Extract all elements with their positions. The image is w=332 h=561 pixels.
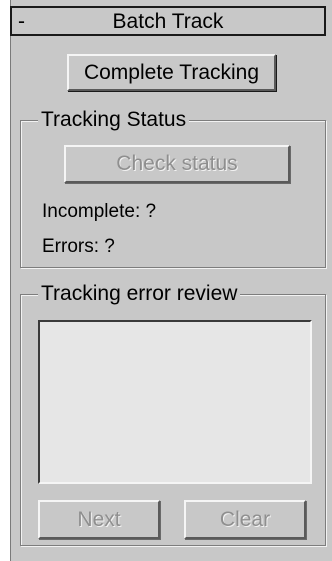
clear-button[interactable]: Clear — [184, 500, 306, 539]
incomplete-count-text: Incomplete: ? — [42, 201, 157, 222]
rollout-title: Batch Track — [112, 10, 224, 33]
complete-tracking-button[interactable]: Complete Tracking — [67, 54, 276, 91]
check-status-button[interactable]: Check status — [64, 145, 290, 183]
tracking-error-review-group-label: Tracking error review — [38, 282, 241, 306]
errors-count-text: Errors: ? — [42, 236, 115, 257]
tracking-error-list[interactable] — [38, 320, 312, 484]
batch-track-rollout-header[interactable]: - Batch Track — [10, 6, 326, 36]
next-button[interactable]: Next — [38, 500, 160, 539]
tracking-status-group-label: Tracking Status — [38, 108, 190, 132]
